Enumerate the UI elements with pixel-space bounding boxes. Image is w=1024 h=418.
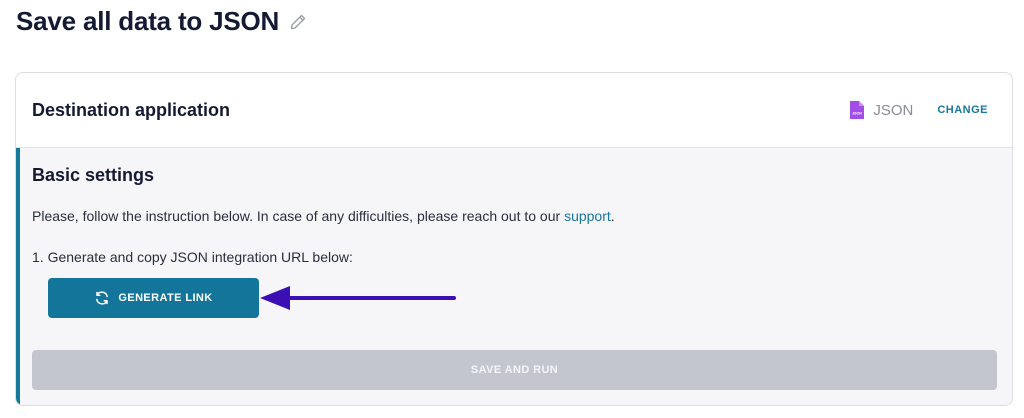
destination-title: Destination application xyxy=(32,99,231,120)
pencil-icon[interactable] xyxy=(289,13,307,31)
refresh-icon xyxy=(94,290,110,306)
destination-app-name: JSON xyxy=(873,101,914,119)
instruction-suffix: . xyxy=(610,208,615,224)
destination-header: Destination application JSON JSON CHANGE xyxy=(16,73,1012,148)
page-title: Save all data to JSON xyxy=(16,6,280,36)
destination-card: Destination application JSON JSON CHANGE… xyxy=(15,72,1013,406)
change-button[interactable]: CHANGE xyxy=(937,104,988,116)
generate-link-button[interactable]: GENERATE LINK xyxy=(48,278,259,318)
json-file-icon: JSON xyxy=(849,100,865,120)
save-and-run-button[interactable]: SAVE AND RUN xyxy=(32,350,997,390)
basic-settings-title: Basic settings xyxy=(32,165,155,185)
arrow-left-annotation xyxy=(260,286,456,310)
step-1-label: 1. Generate and copy JSON integration UR… xyxy=(32,249,353,265)
page-header: Save all data to JSON xyxy=(16,6,307,37)
json-icon-label: JSON xyxy=(852,112,862,116)
basic-settings-section: Basic settings Please, follow the instru… xyxy=(16,148,1012,405)
save-and-run-label: SAVE AND RUN xyxy=(470,364,559,376)
instruction-prefix: Please, follow the instruction below. In… xyxy=(32,208,565,224)
destination-app: JSON JSON CHANGE xyxy=(849,100,988,120)
generate-link-label: GENERATE LINK xyxy=(118,292,213,304)
support-link[interactable]: support xyxy=(564,208,611,224)
instruction-text: Please, follow the instruction below. In… xyxy=(32,208,615,224)
